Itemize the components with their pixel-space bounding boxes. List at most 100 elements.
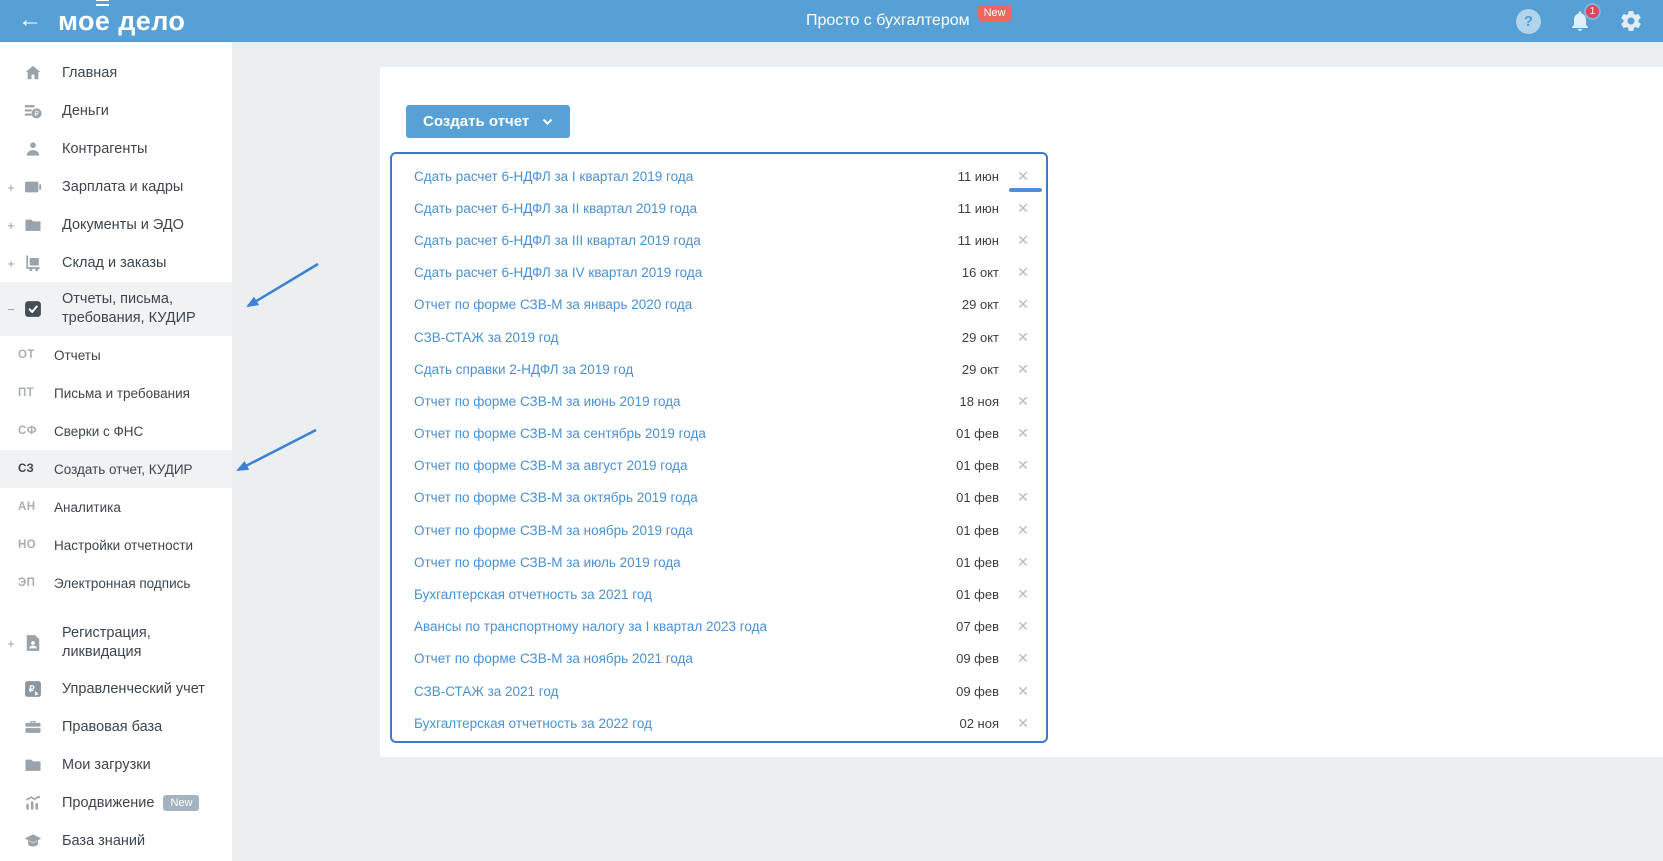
registration-icon (22, 632, 44, 654)
back-arrow-icon[interactable]: ← (18, 8, 42, 32)
sidebar-subitem-ЭП[interactable]: ЭП Электронная подпись (0, 564, 232, 602)
sidebar-item-label: Деньги (62, 102, 109, 119)
sidebar-item-contractors[interactable]: Контрагенты (0, 130, 232, 168)
report-row-11: Отчет по форме СЗВ-М за ноябрь 2019 года… (392, 514, 1046, 546)
report-link[interactable]: Бухгалтерская отчетность за 2022 год (414, 716, 945, 731)
sidebar-item-label: Документы и ЭДО (62, 216, 184, 233)
remove-report-icon[interactable]: ✕ (1014, 296, 1032, 313)
report-link[interactable]: Сдать справки 2-НДФЛ за 2019 год (414, 362, 945, 377)
report-list: Сдать расчет 6-НДФЛ за I квартал 2019 го… (390, 152, 1048, 743)
report-row-17: Бухгалтерская отчетность за 2022 год 02 … (392, 707, 1046, 739)
report-row-14: Авансы по транспортному налогу за I квар… (392, 611, 1046, 643)
sidebar-subitem-НО[interactable]: НО Настройки отчетности (0, 526, 232, 564)
legal-icon (22, 716, 44, 738)
report-due-date: 11 июн (957, 168, 999, 184)
remove-report-icon[interactable]: ✕ (1014, 489, 1032, 506)
sidebar-subitem-ПТ[interactable]: ПТ Письма и требования (0, 374, 232, 412)
report-link[interactable]: СЗВ-СТАЖ за 2019 год (414, 330, 945, 345)
report-link[interactable]: Отчет по форме СЗВ-М за июнь 2019 года (414, 394, 945, 409)
sidebar-item-warehouse[interactable]: + Склад и заказы (0, 244, 232, 282)
report-row-0: Сдать расчет 6-НДФЛ за I квартал 2019 го… (392, 160, 1046, 192)
report-link[interactable]: Отчет по форме СЗВ-М за ноябрь 2021 года (414, 651, 945, 666)
report-row-4: Отчет по форме СЗВ-М за январь 2020 года… (392, 289, 1046, 321)
subitem-abbreviation: СЗ (18, 463, 35, 475)
remove-report-icon[interactable]: ✕ (1014, 715, 1032, 732)
logo-text: мо (58, 5, 95, 36)
sidebar-subitem-АН[interactable]: АН Аналитика (0, 488, 232, 526)
tagline-new-badge: New (977, 5, 1012, 21)
sidebar-item-home[interactable]: Главная (0, 54, 232, 92)
sidebar-item-legal[interactable]: Правовая база (0, 708, 232, 746)
remove-report-icon[interactable]: ✕ (1014, 393, 1032, 410)
help-icon[interactable]: ? (1516, 8, 1541, 34)
report-due-date: 29 окт (961, 361, 999, 377)
expand-toggle-icon[interactable]: + (0, 636, 22, 651)
remove-report-icon[interactable]: ✕ (1014, 457, 1032, 474)
remove-report-icon[interactable]: ✕ (1014, 586, 1032, 603)
sidebar-item-label: Мои загрузки (62, 756, 151, 773)
remove-report-icon[interactable]: ✕ (1014, 232, 1032, 249)
subitem-label: Аналитика (54, 499, 121, 515)
report-due-date: 09 фев (956, 683, 999, 699)
svg-text:₽: ₽ (34, 110, 39, 118)
report-link[interactable]: Отчет по форме СЗВ-М за июль 2019 года (414, 555, 945, 570)
report-link[interactable]: Отчет по форме СЗВ-М за январь 2020 года (414, 297, 945, 312)
remove-report-icon[interactable]: ✕ (1014, 361, 1032, 378)
remove-report-icon[interactable]: ✕ (1014, 683, 1032, 700)
expand-toggle-icon[interactable]: + (0, 218, 22, 233)
report-link[interactable]: Отчет по форме СЗВ-М за август 2019 года (414, 458, 945, 473)
report-row-8: Отчет по форме СЗВ-М за сентябрь 2019 го… (392, 418, 1046, 450)
sidebar-new-badge: New (163, 795, 200, 811)
report-link[interactable]: Сдать расчет 6-НДФЛ за I квартал 2019 го… (414, 169, 945, 184)
sidebar-subitem-ОТ[interactable]: ОТ Отчеты (0, 336, 232, 374)
report-link[interactable]: Бухгалтерская отчетность за 2021 год (414, 587, 945, 602)
remove-report-icon[interactable]: ✕ (1014, 425, 1032, 442)
sidebar-item-downloads[interactable]: Мои загрузки (0, 746, 232, 784)
app-logo[interactable]: мо е дело (58, 0, 185, 37)
sidebar-item-money[interactable]: ₽ Деньги (0, 92, 232, 130)
report-due-date: 01 фев (956, 554, 999, 570)
sidebar-item-salary[interactable]: + Зарплата и кадры (0, 168, 232, 206)
remove-report-icon[interactable]: ✕ (1014, 329, 1032, 346)
report-due-date: 11 июн (957, 232, 999, 248)
report-due-date: 02 ноя (959, 715, 999, 731)
sidebar-item-promotion[interactable]: Продвижение New (0, 784, 232, 822)
subitem-label: Электронная подпись (54, 575, 191, 591)
report-link[interactable]: Отчет по форме СЗВ-М за ноябрь 2019 года (414, 523, 945, 538)
contractors-icon (22, 138, 44, 160)
notification-count-badge: 1 (1584, 3, 1601, 20)
sidebar-item-management[interactable]: ₽ Управленческий учет (0, 670, 232, 708)
remove-report-icon[interactable]: ✕ (1014, 554, 1032, 571)
remove-report-icon[interactable]: ✕ (1014, 200, 1032, 217)
expand-toggle-icon[interactable]: + (0, 180, 22, 195)
sidebar-subitem-СЗ[interactable]: СЗ Создать отчет, КУДИР (0, 450, 232, 488)
report-due-date: 01 фев (956, 587, 999, 603)
report-link[interactable]: Отчет по форме СЗВ-М за сентябрь 2019 го… (414, 426, 945, 441)
sidebar-item-reports[interactable]: − Отчеты, письма, требования, КУДИР (0, 282, 232, 336)
report-link[interactable]: Сдать расчет 6-НДФЛ за III квартал 2019 … (414, 233, 945, 248)
expand-toggle-icon[interactable]: + (0, 256, 22, 271)
sidebar-item-label: Главная (62, 64, 118, 81)
remove-report-icon[interactable]: ✕ (1014, 650, 1032, 667)
remove-report-icon[interactable]: ✕ (1014, 264, 1032, 281)
report-link[interactable]: Отчет по форме СЗВ-М за октябрь 2019 год… (414, 490, 945, 505)
sidebar-item-label: Управленческий учет (62, 680, 205, 697)
remove-report-icon[interactable]: ✕ (1014, 618, 1032, 635)
report-link[interactable]: Сдать расчет 6-НДФЛ за II квартал 2019 г… (414, 201, 945, 216)
report-link[interactable]: Сдать расчет 6-НДФЛ за IV квартал 2019 г… (414, 265, 945, 280)
create-report-button[interactable]: Создать отчет (406, 105, 571, 138)
report-link[interactable]: Авансы по транспортному налогу за I квар… (414, 619, 945, 634)
sidebar-subitem-СФ[interactable]: СФ Сверки с ФНС (0, 412, 232, 450)
sidebar-item-registration[interactable]: + Регистрация, ликвидация (0, 616, 232, 670)
report-row-10: Отчет по форме СЗВ-М за октябрь 2019 год… (392, 482, 1046, 514)
remove-report-icon[interactable]: ✕ (1014, 168, 1032, 185)
expand-toggle-icon[interactable]: − (0, 302, 22, 317)
settings-gear-icon[interactable] (1619, 9, 1643, 33)
sidebar-item-documents[interactable]: + Документы и ЭДО (0, 206, 232, 244)
sidebar-item-knowledge[interactable]: База знаний (0, 822, 232, 860)
report-due-date: 16 окт (961, 265, 999, 281)
report-link[interactable]: СЗВ-СТАЖ за 2021 год (414, 684, 945, 699)
notifications-bell-icon[interactable]: 1 (1568, 3, 1601, 33)
report-row-2: Сдать расчет 6-НДФЛ за III квартал 2019 … (392, 224, 1046, 256)
remove-report-icon[interactable]: ✕ (1014, 522, 1032, 539)
